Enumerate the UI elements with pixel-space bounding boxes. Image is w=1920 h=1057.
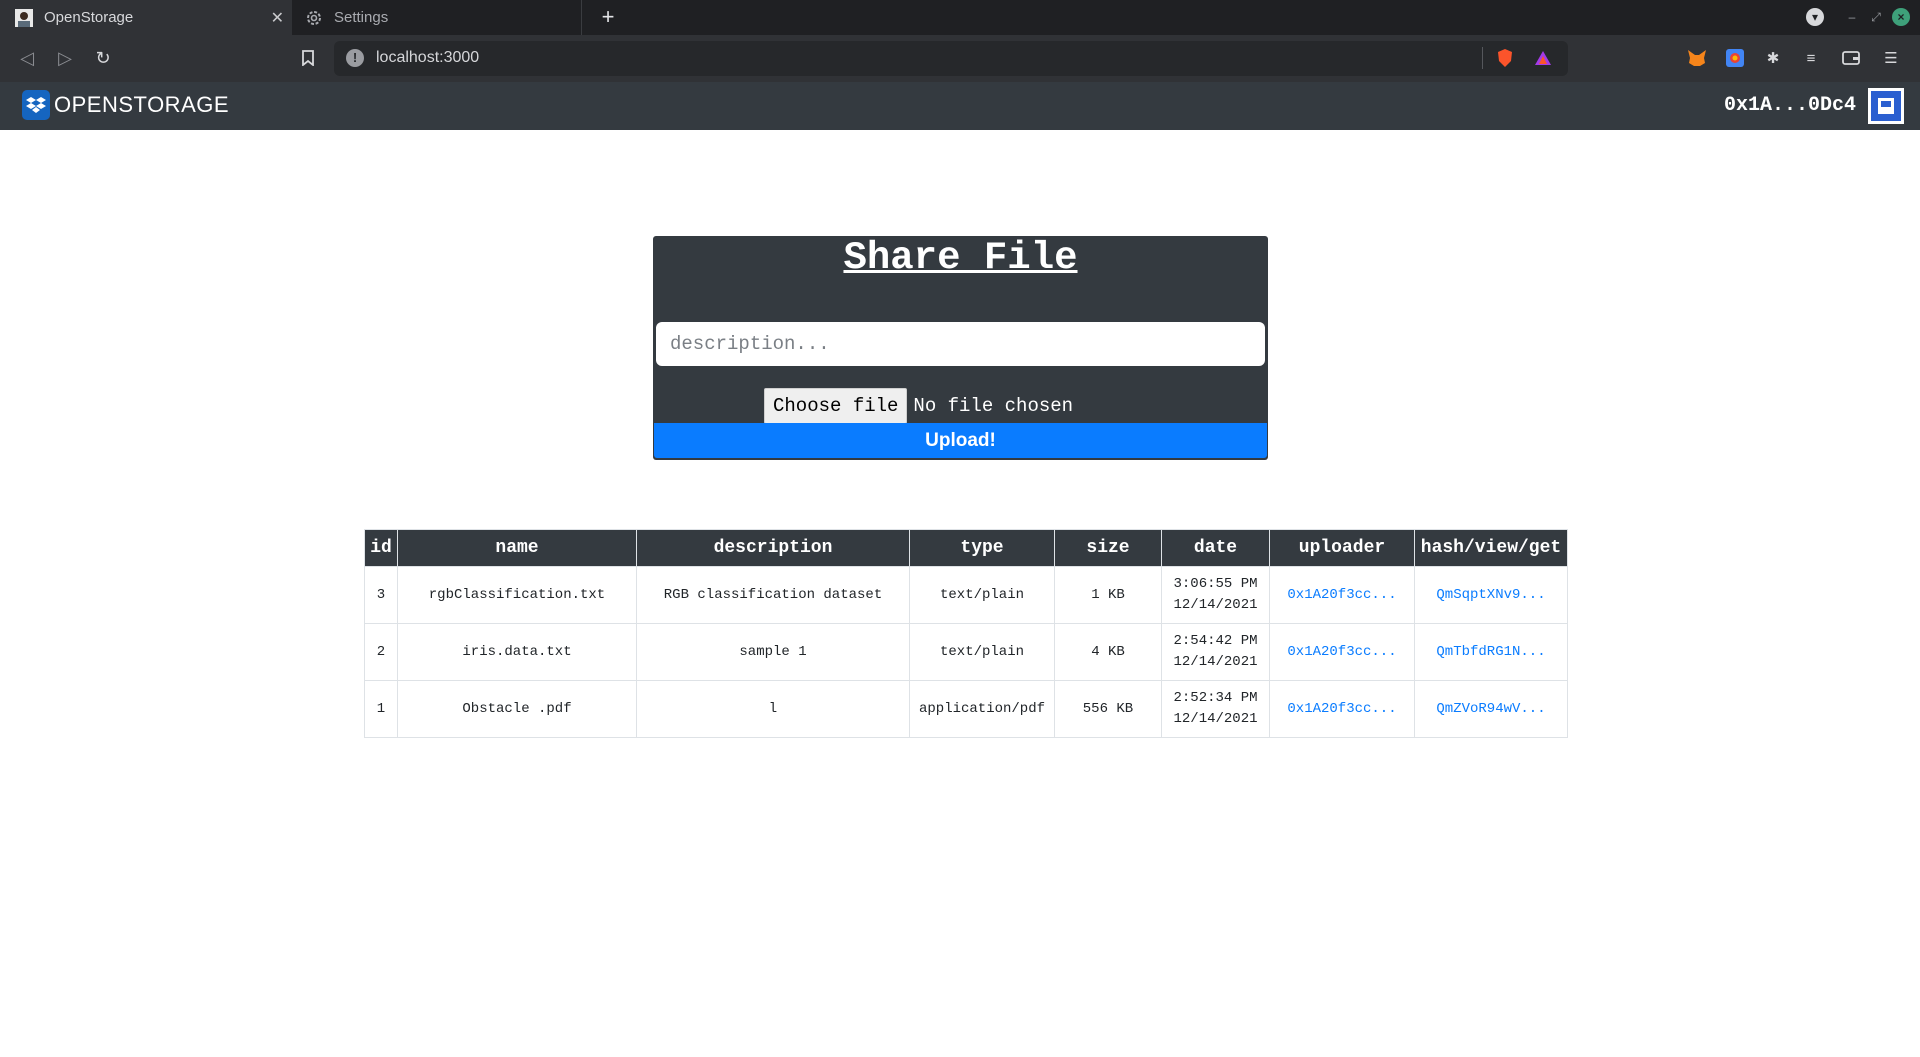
hash-link[interactable]: QmZVoR94wV... bbox=[1414, 680, 1568, 738]
cell-id: 1 bbox=[364, 680, 398, 738]
address-bar[interactable]: ! localhost:3000 bbox=[334, 41, 1568, 76]
metamask-icon[interactable] bbox=[1686, 47, 1708, 69]
column-header-description: description bbox=[636, 529, 910, 567]
column-header-type: type bbox=[909, 529, 1055, 567]
browser-toolbar: ◁ ▷ ↻ ! localhost:3000 ✱ ≡ ☰ bbox=[0, 35, 1920, 82]
share-title: Share File bbox=[843, 236, 1078, 280]
restore-icon[interactable]: ⤢ bbox=[1868, 8, 1884, 26]
column-header-date: date bbox=[1161, 529, 1270, 567]
cell-name: iris.data.txt bbox=[397, 623, 637, 681]
uploader-link[interactable]: 0x1A20f3cc... bbox=[1269, 566, 1415, 624]
cell-type: text/plain bbox=[909, 566, 1055, 624]
cell-description: sample 1 bbox=[636, 623, 910, 681]
app-brand[interactable]: OPENSTORAGE bbox=[54, 92, 229, 118]
user-photo-icon bbox=[14, 8, 34, 28]
file-status: No file chosen bbox=[913, 395, 1074, 417]
file-picker: Choose file No file chosen bbox=[764, 388, 1073, 424]
upload-date: 12/14/2021 bbox=[1173, 597, 1258, 613]
brave-shields-icon[interactable] bbox=[1494, 47, 1516, 69]
close-tab-icon[interactable]: ✕ bbox=[271, 8, 284, 28]
tab-search-icon[interactable]: ▾ bbox=[1806, 8, 1824, 26]
cell-size: 1 KB bbox=[1054, 566, 1162, 624]
column-header-size: size bbox=[1054, 529, 1162, 567]
back-icon[interactable]: ◁ bbox=[14, 45, 40, 71]
brave-rewards-icon[interactable] bbox=[1532, 47, 1554, 69]
uploader-link[interactable]: 0x1A20f3cc... bbox=[1269, 680, 1415, 738]
puzzle-icon[interactable]: ✱ bbox=[1762, 47, 1784, 69]
column-header-name: name bbox=[397, 529, 637, 567]
cell-description: RGB classification dataset bbox=[636, 566, 910, 624]
upload-date: 12/14/2021 bbox=[1173, 711, 1258, 727]
url-text: localhost:3000 bbox=[376, 49, 480, 66]
browser-tab-bar: OpenStorage ✕ Settings + ▾ – ⤢ × bbox=[0, 0, 1920, 35]
tab-settings[interactable]: Settings bbox=[294, 0, 582, 35]
identicon-avatar bbox=[1868, 88, 1904, 124]
column-header-hash: hash/view/get bbox=[1414, 529, 1568, 567]
tab-openstorage[interactable]: OpenStorage ✕ bbox=[0, 0, 292, 35]
column-header-id: id bbox=[364, 529, 398, 567]
wallet-icon[interactable] bbox=[1840, 47, 1862, 69]
site-info-icon[interactable]: ! bbox=[346, 49, 364, 67]
cell-description: l bbox=[636, 680, 910, 738]
table-row: 2 iris.data.txt sample 1 text/plain 4 KB… bbox=[364, 623, 1568, 681]
upload-time: 2:52:34 PM bbox=[1173, 690, 1258, 706]
close-window-icon[interactable]: × bbox=[1892, 8, 1910, 26]
share-file-card: Share File Choose file No file chosen Up… bbox=[653, 236, 1268, 460]
account-address: 0x1A...0Dc4 bbox=[1723, 94, 1856, 117]
new-tab-button[interactable]: + bbox=[594, 3, 622, 31]
upload-time: 2:54:42 PM bbox=[1173, 633, 1258, 649]
cell-size: 4 KB bbox=[1054, 623, 1162, 681]
cell-id: 3 bbox=[364, 566, 398, 624]
cell-date: 3:06:55 PM 12/14/2021 bbox=[1161, 566, 1270, 624]
uploader-link[interactable]: 0x1A20f3cc... bbox=[1269, 623, 1415, 681]
app-navbar: OPENSTORAGE 0x1A...0Dc4 bbox=[0, 82, 1920, 130]
column-header-uploader: uploader bbox=[1269, 529, 1415, 567]
menu-icon[interactable]: ☰ bbox=[1880, 47, 1902, 69]
cell-type: text/plain bbox=[909, 623, 1055, 681]
cell-id: 2 bbox=[364, 623, 398, 681]
tab-title: OpenStorage bbox=[44, 9, 134, 26]
files-table: id name description type size date uploa… bbox=[364, 529, 1568, 738]
cell-size: 556 KB bbox=[1054, 680, 1162, 738]
dropbox-logo-icon[interactable] bbox=[22, 90, 50, 120]
hash-link[interactable]: QmTbfdRG1N... bbox=[1414, 623, 1568, 681]
divider bbox=[1482, 47, 1483, 69]
cell-date: 2:54:42 PM 12/14/2021 bbox=[1161, 623, 1270, 681]
table-row: 1 Obstacle .pdf l application/pdf 556 KB… bbox=[364, 680, 1568, 738]
minimize-icon[interactable]: – bbox=[1844, 8, 1860, 26]
upload-time: 3:06:55 PM bbox=[1173, 576, 1258, 592]
gear-icon bbox=[304, 8, 324, 28]
cell-name: Obstacle .pdf bbox=[397, 680, 637, 738]
reload-icon[interactable]: ↻ bbox=[90, 45, 116, 71]
hash-link[interactable]: QmSqptXNv9... bbox=[1414, 566, 1568, 624]
description-input[interactable] bbox=[656, 322, 1265, 366]
cell-type: application/pdf bbox=[909, 680, 1055, 738]
forward-icon[interactable]: ▷ bbox=[52, 45, 78, 71]
playlist-icon[interactable]: ≡ bbox=[1800, 47, 1822, 69]
cell-name: rgbClassification.txt bbox=[397, 566, 637, 624]
upload-button[interactable]: Upload! bbox=[654, 423, 1267, 458]
bookmark-icon[interactable] bbox=[295, 45, 321, 71]
choose-file-button[interactable]: Choose file bbox=[764, 388, 908, 424]
table-header-row: id name description type size date uploa… bbox=[364, 529, 1568, 567]
cell-date: 2:52:34 PM 12/14/2021 bbox=[1161, 680, 1270, 738]
table-row: 3 rgbClassification.txt RGB classificati… bbox=[364, 566, 1568, 624]
upload-date: 12/14/2021 bbox=[1173, 654, 1258, 670]
extension-icon[interactable] bbox=[1724, 47, 1746, 69]
tab-title: Settings bbox=[334, 9, 389, 26]
